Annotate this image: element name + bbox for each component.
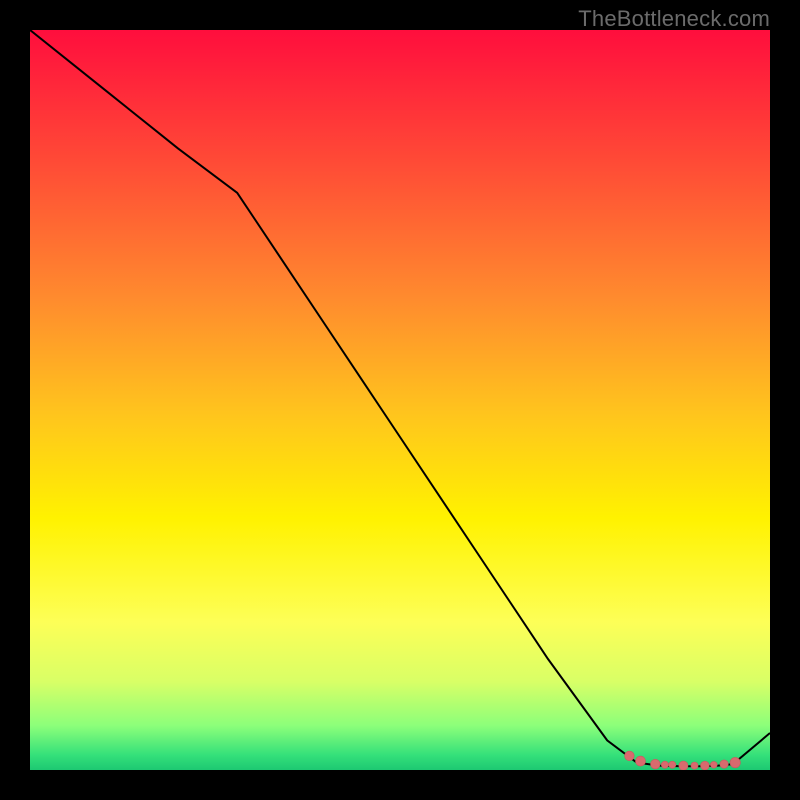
gradient-background bbox=[30, 30, 770, 770]
attribution-label: TheBottleneck.com bbox=[578, 6, 770, 32]
chart-stage: TheBottleneck.com bbox=[0, 0, 800, 800]
gpu-marker bbox=[651, 759, 661, 769]
gpu-marker bbox=[661, 761, 668, 768]
plot-area bbox=[30, 30, 770, 770]
bottleneck-curve bbox=[30, 30, 770, 766]
gpu-marker bbox=[720, 760, 728, 768]
gpu-marker bbox=[636, 756, 646, 766]
gpu-marker bbox=[679, 761, 688, 770]
gpu-marker bbox=[625, 751, 635, 761]
gpu-marker bbox=[701, 761, 710, 770]
gpu-marker bbox=[730, 757, 740, 767]
chart-svg bbox=[30, 30, 770, 770]
gpu-marker bbox=[669, 761, 676, 768]
marker-layer bbox=[625, 751, 741, 770]
gpu-marker bbox=[691, 762, 698, 769]
gpu-marker bbox=[710, 761, 717, 768]
